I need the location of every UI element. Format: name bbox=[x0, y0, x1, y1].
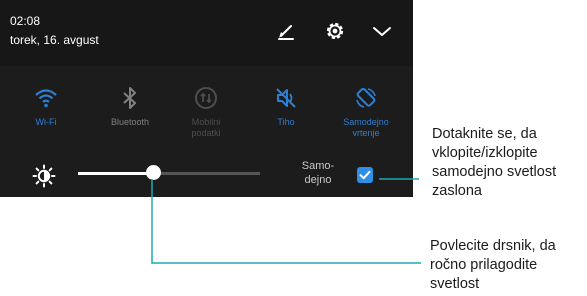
brightness-slider-annotation: Povlecite drsnik, da ročno prilagodite s… bbox=[430, 238, 556, 292]
auto-brightness-annotation: Dotaknite se, da vklopite/izklopite samo… bbox=[432, 126, 557, 199]
